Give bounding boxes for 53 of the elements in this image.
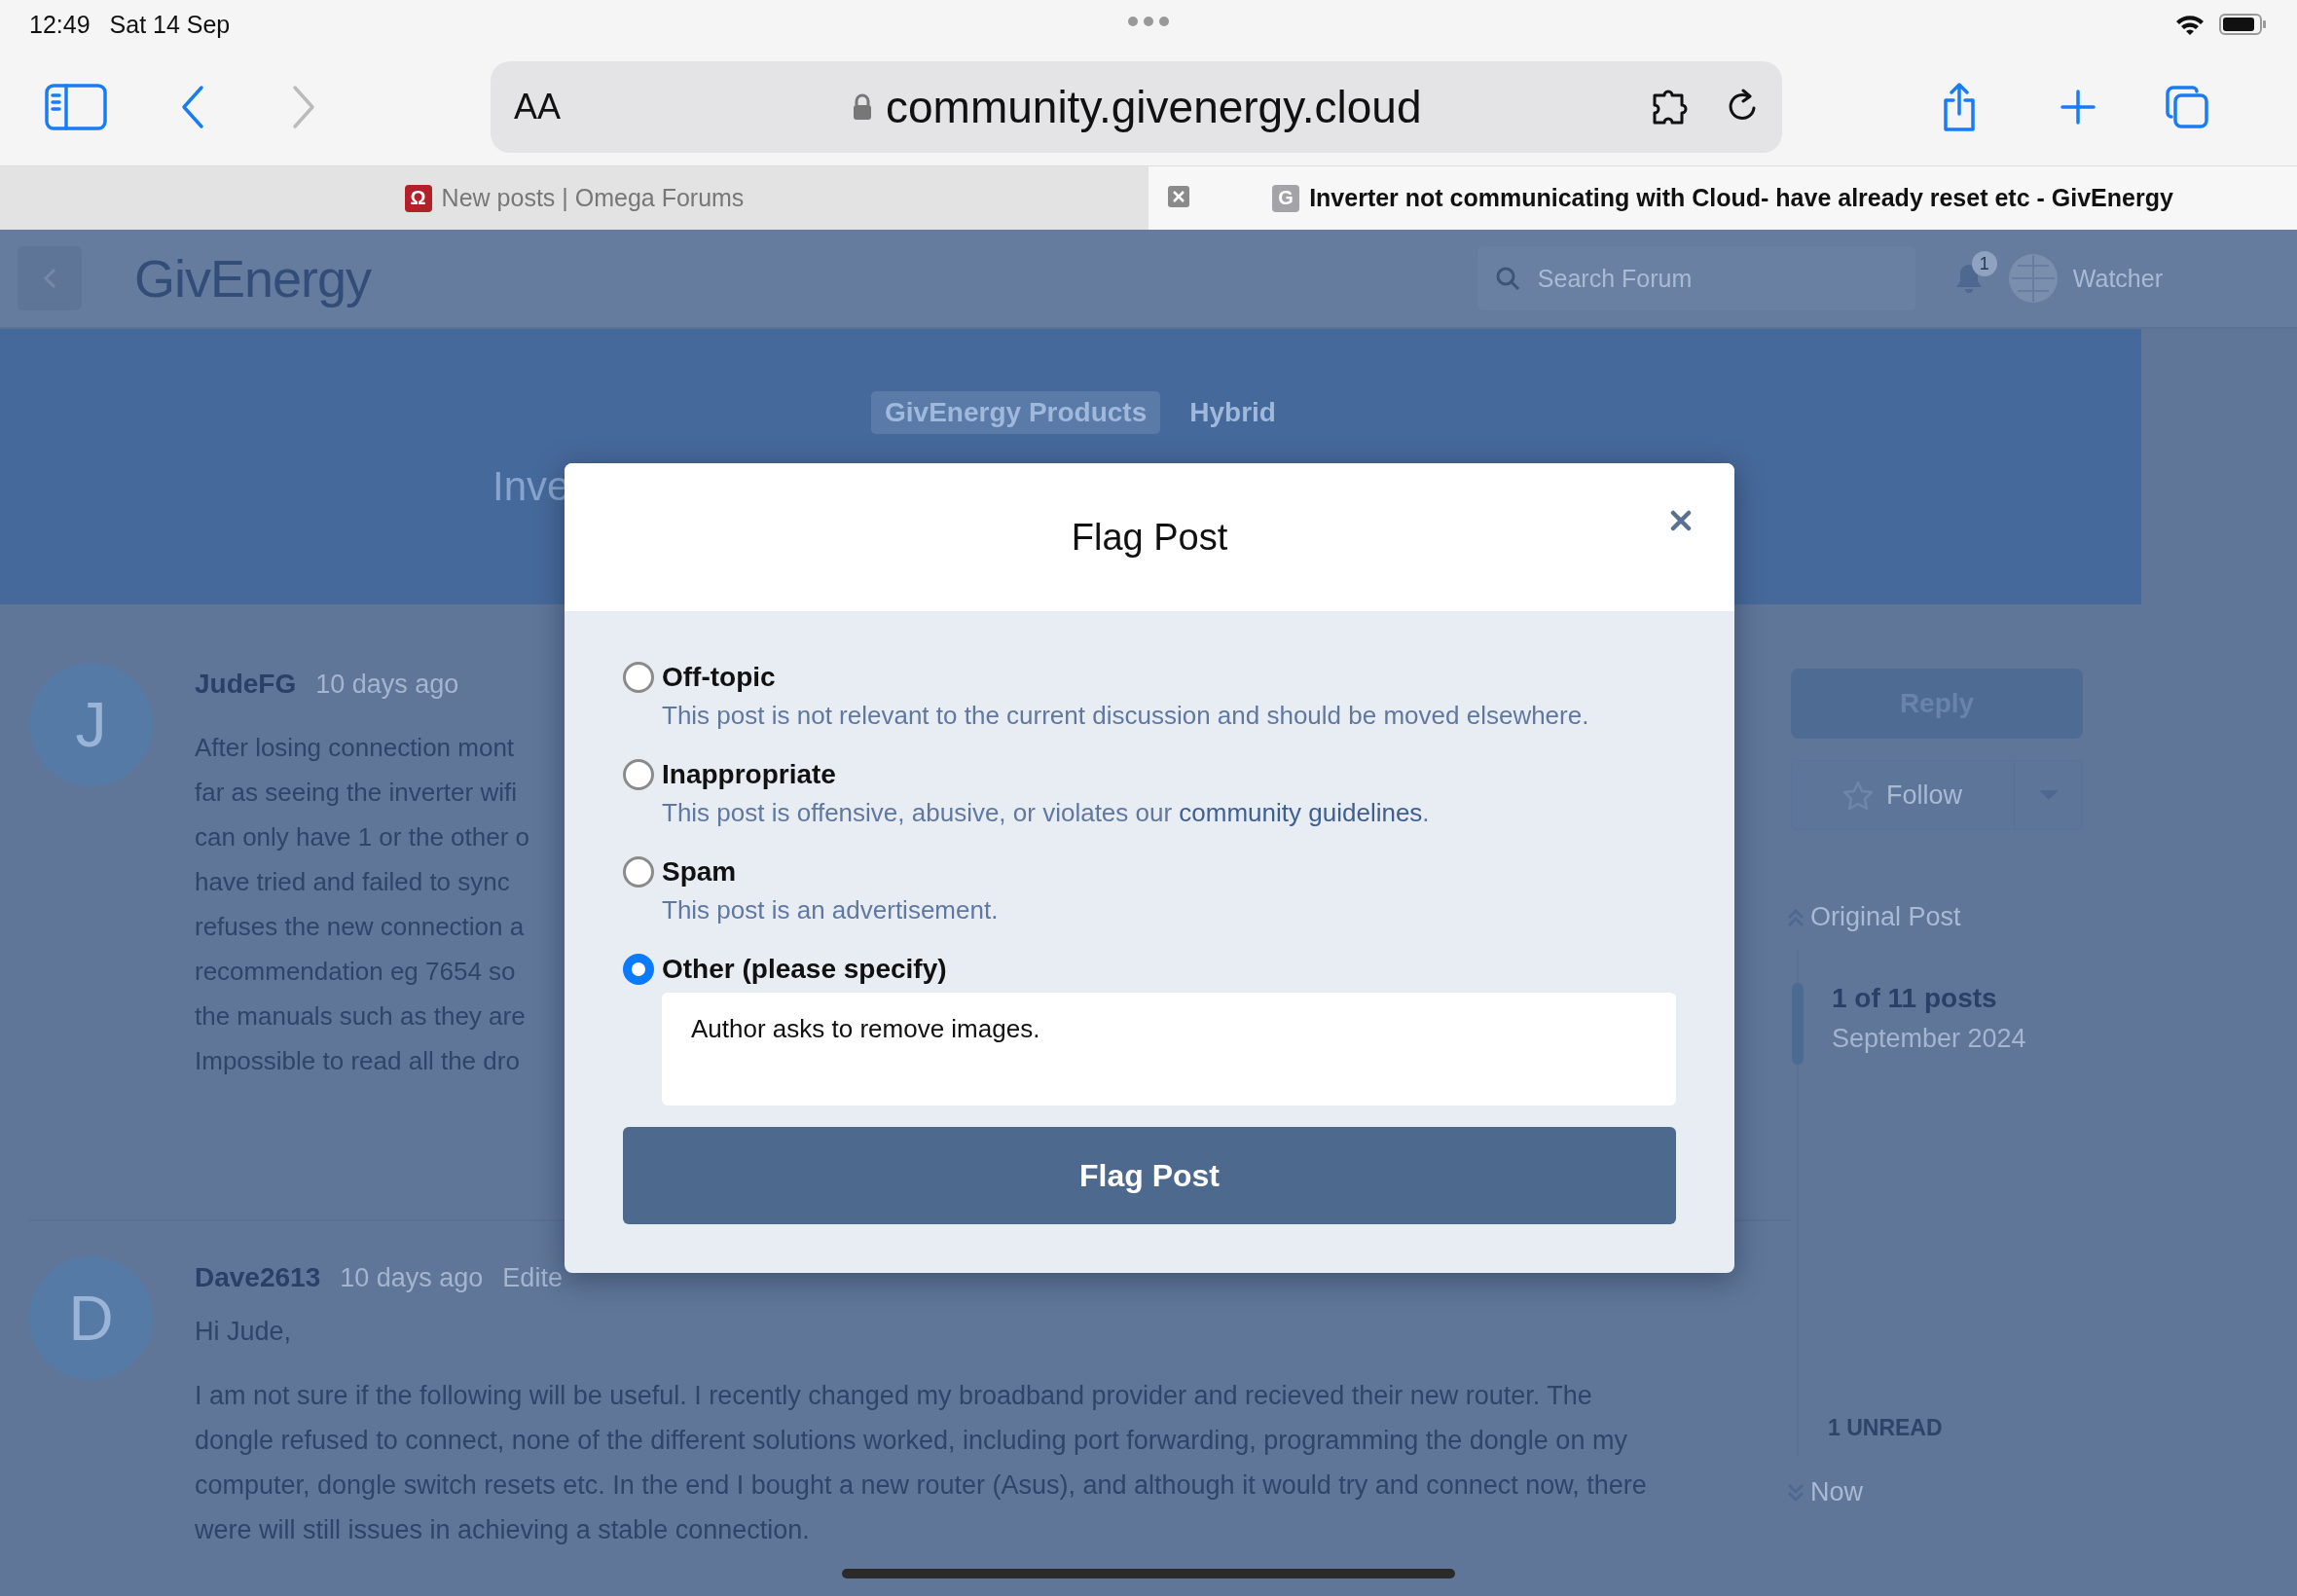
option-description: This post is not relevant to the current discussion and should be moved elsewhere.	[662, 700, 1590, 732]
browser-tab[interactable]: Ω New posts | Omega Forums	[0, 166, 1148, 230]
forward-icon[interactable]	[292, 85, 315, 129]
close-icon	[1670, 510, 1692, 531]
url-text: community.givenergy.cloud	[886, 81, 1422, 133]
address-bar[interactable]: AA community.givenergy.cloud	[491, 61, 1782, 153]
search-field[interactable]: Search Forum	[1477, 246, 1915, 310]
option-label[interactable]: Spam	[662, 852, 1676, 891]
status-date: Sat 14 Sep	[109, 10, 231, 39]
favicon: G	[1272, 184, 1300, 212]
tabs-overview-icon[interactable]	[2166, 86, 2208, 128]
radio-button[interactable]	[623, 662, 654, 693]
close-icon[interactable]	[1168, 186, 1189, 207]
wifi-icon	[2174, 13, 2206, 36]
multitasking-icon[interactable]	[1127, 16, 1170, 27]
radio-button[interactable]	[623, 759, 654, 790]
option-description: This post is an advertisement.	[662, 894, 1000, 926]
avatar[interactable]: D	[29, 1256, 153, 1380]
sidebar-icon[interactable]	[45, 83, 107, 131]
radio-button[interactable]	[623, 954, 654, 985]
guidelines-link[interactable]: community guidelines	[1179, 798, 1423, 827]
dialog-title: Flag Post	[1071, 516, 1228, 559]
now-link[interactable]: Now	[1810, 1477, 1863, 1507]
category-tag[interactable]: Hybrid	[1176, 391, 1290, 434]
option-label[interactable]: Other (please specify)	[662, 950, 1676, 989]
option-description: This post is offensive, abusive, or violates our community guidelines.	[662, 797, 1431, 829]
lock-icon	[853, 93, 872, 121]
new-tab-icon[interactable]	[2060, 90, 2096, 125]
post-meta: Edite	[502, 1263, 563, 1293]
share-icon[interactable]	[1942, 83, 1977, 131]
status-time: 12:49	[29, 10, 91, 39]
original-post-link[interactable]: Original Post	[1810, 902, 1961, 932]
notification-badge: 1	[1971, 251, 1997, 276]
username[interactable]: Watcher	[2072, 264, 2163, 293]
option-label[interactable]: Off-topic	[662, 658, 1676, 697]
follow-button[interactable]: Follow	[1792, 761, 2014, 829]
battery-icon	[2219, 13, 2268, 36]
option-label[interactable]: Inappropriate	[662, 755, 1676, 794]
topic-title: Inve	[492, 463, 571, 510]
favicon: Ω	[404, 184, 432, 212]
post-date: September 2024	[1832, 1024, 2026, 1054]
search-icon	[1494, 266, 1520, 291]
post-meta: 10 days ago	[340, 1263, 484, 1293]
flag-post-button[interactable]: Flag Post	[623, 1127, 1676, 1224]
note-field[interactable]: Author asks to remove images.	[662, 993, 1676, 1106]
category-tag[interactable]: GivEnergy Products	[871, 391, 1161, 434]
back-icon[interactable]	[181, 85, 204, 129]
tab-title: New posts | Omega Forums	[441, 184, 745, 212]
avatar[interactable]: J	[29, 663, 153, 786]
post-meta: 10 days ago	[315, 670, 459, 700]
reader-button[interactable]: AA	[514, 87, 562, 127]
radio-button[interactable]	[623, 856, 654, 888]
tab-title: Inverter not communicating with Cloud- have already reset etc - GivEnergy	[1309, 184, 2173, 212]
